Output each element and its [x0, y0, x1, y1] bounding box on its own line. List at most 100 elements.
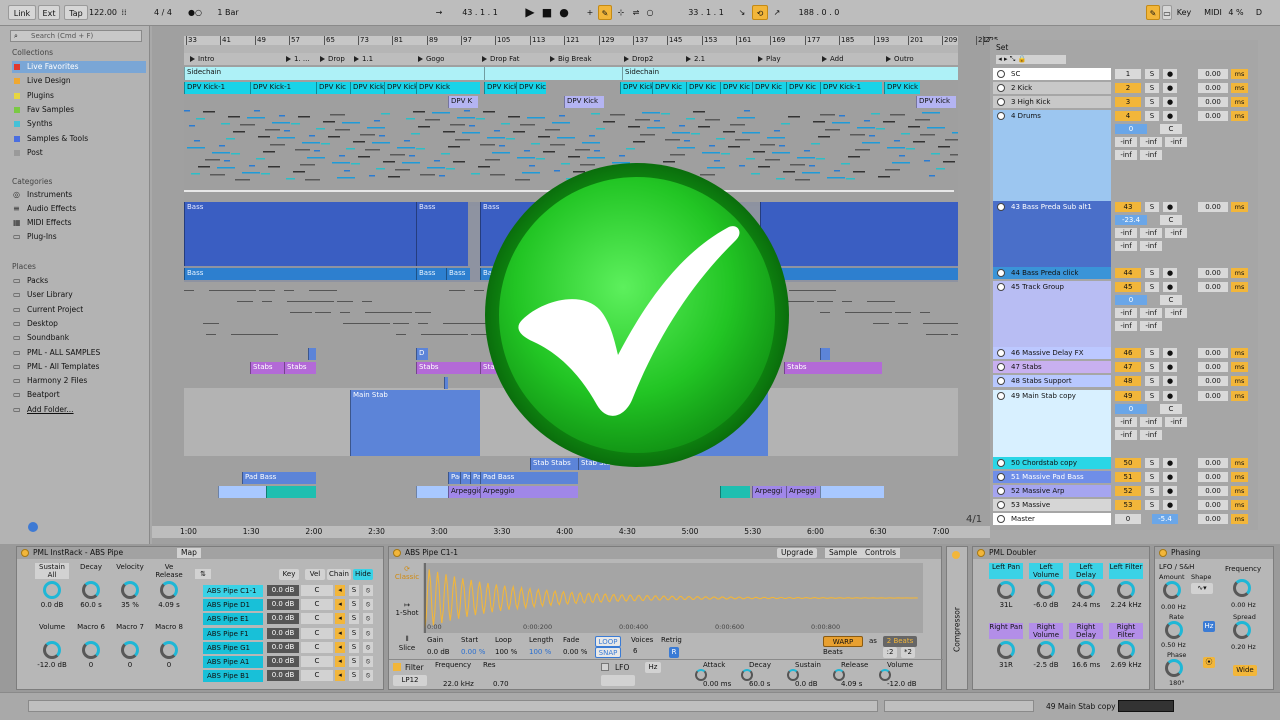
track-row[interactable]: SC 1 S ● 0.00 ms — [993, 68, 1255, 80]
send-field[interactable]: -inf — [1115, 228, 1137, 238]
track-activator[interactable]: 45 — [1115, 282, 1141, 292]
chain-speaker-icon[interactable]: ◂ — [335, 613, 345, 625]
delay-unit[interactable]: ms — [1231, 391, 1248, 401]
clip[interactable]: DPV Kic — [786, 82, 820, 94]
arm-icon[interactable]: ● — [1163, 348, 1177, 358]
doubler-macro-knob[interactable]: Right Pan 31R — [989, 623, 1023, 669]
clip[interactable]: Main Stab — [350, 390, 480, 456]
delay-unit[interactable]: ms — [1231, 282, 1248, 292]
arm-icon[interactable]: ● — [1163, 472, 1177, 482]
macro-knob[interactable]: Macro 80 — [152, 623, 186, 669]
param-value[interactable]: 0.0 dB — [427, 648, 450, 656]
chain-speaker-icon[interactable]: ◂ — [335, 627, 345, 639]
env-value[interactable]: 60.0 s — [749, 680, 770, 688]
clip[interactable]: DPV Kick — [416, 82, 480, 94]
chain-solo[interactable]: S — [349, 656, 359, 667]
solo-button[interactable]: S — [1145, 376, 1159, 386]
doubler-macro-knob[interactable]: Right Filter 2.69 kHz — [1109, 623, 1143, 669]
track-row[interactable]: 3 High Kick 3 S ● 0.00 ms — [993, 96, 1255, 108]
track-activator[interactable]: 49 — [1115, 391, 1141, 401]
track-delay-field[interactable]: 0.00 — [1198, 514, 1228, 524]
punch-in-icon[interactable]: ↘ — [736, 5, 748, 20]
chain-hot-swap-icon[interactable]: ⦸ — [363, 641, 373, 653]
track-name[interactable]: 44 Bass Preda click — [993, 267, 1111, 279]
clip[interactable]: DPV Kick — [384, 82, 416, 94]
set-toolbar[interactable]: ◂ ▸ ⤡ 🔒 — [996, 55, 1066, 64]
track-row[interactable]: 4 Drums 4 S ● 0.00 ms — [993, 110, 1255, 122]
send-field[interactable]: -inf — [1165, 228, 1187, 238]
track-activator[interactable]: 3 — [1115, 97, 1141, 107]
delay-unit[interactable]: ms — [1231, 69, 1248, 79]
locator-marker[interactable]: Big Break — [548, 53, 592, 65]
fold-icon[interactable] — [997, 349, 1005, 357]
rate-knob[interactable] — [1165, 621, 1183, 639]
chain-volume[interactable]: 0.0 dB — [267, 641, 299, 653]
chain-pan[interactable]: C — [301, 656, 333, 667]
locator-marker[interactable]: Drop — [318, 53, 345, 65]
place-item[interactable]: ▭ User Library — [12, 289, 146, 301]
half-length-button[interactable]: :2 — [883, 647, 897, 658]
controls-tab[interactable]: Controls — [861, 548, 901, 558]
quantize-select[interactable]: 1 Bar — [210, 5, 246, 20]
clip[interactable]: Pad Bass — [242, 472, 316, 484]
key-map-button[interactable]: Key — [1174, 5, 1194, 20]
upgrade-button[interactable]: Upgrade — [777, 548, 818, 558]
chain-solo[interactable]: S — [349, 613, 359, 625]
track-delay-field[interactable]: 0.00 — [1198, 362, 1228, 372]
clip[interactable]: DPV Kick — [350, 82, 384, 94]
clip[interactable]: Bass — [416, 268, 446, 280]
collection-item[interactable]: Synths — [12, 118, 146, 130]
track-activator[interactable]: 50 — [1115, 458, 1141, 468]
chain-hot-swap-icon[interactable]: ⦸ — [363, 627, 373, 639]
chain-pan[interactable]: C — [301, 670, 333, 682]
clip[interactable]: DPV Kick — [620, 82, 652, 94]
track-activator[interactable]: 47 — [1115, 362, 1141, 372]
voices-select[interactable]: 6 — [633, 647, 637, 655]
track-row[interactable]: 46 Massive Delay FX 46 S ● 0.00 ms — [993, 347, 1255, 359]
send-field[interactable]: -inf — [1140, 417, 1162, 427]
locator-strip[interactable]: Intro 1. ... Drop 1.1 Gogo Drop Fat Big Break D… — [184, 53, 958, 65]
chain-volume[interactable]: 0.0 dB — [267, 670, 299, 682]
fold-icon[interactable] — [997, 269, 1005, 277]
track-delay-field[interactable]: 0.00 — [1198, 268, 1228, 278]
position-field[interactable]: 43 . 1 . 1 — [452, 5, 508, 20]
track-activator[interactable]: 43 — [1115, 202, 1141, 212]
track-activator[interactable]: 48 — [1115, 376, 1141, 386]
arm-icon[interactable]: ● — [1163, 202, 1177, 212]
clip[interactable]: DPV Kick-1 — [184, 82, 250, 94]
clip[interactable]: Arpeggio — [448, 486, 480, 498]
clip[interactable]: DPV Kick — [884, 82, 920, 94]
chain-hot-swap-icon[interactable]: ⦸ — [363, 585, 373, 596]
volume-field[interactable]: 0 — [1115, 404, 1147, 414]
send-field[interactable]: -inf — [1115, 308, 1137, 318]
locator-marker[interactable]: 1.1 — [352, 53, 373, 65]
macro-knob[interactable]: Macro 70 — [113, 623, 147, 669]
volume-field[interactable]: 0 — [1115, 124, 1147, 134]
delay-unit[interactable]: ms — [1231, 111, 1248, 121]
track-row[interactable]: 48 Stabs Support 48 S ● 0.00 ms — [993, 375, 1255, 387]
macro-knob[interactable]: Volume -12.0 dB — [35, 623, 69, 669]
chain-pan[interactable]: C — [301, 613, 333, 625]
clip[interactable]: Pad Bass — [448, 472, 460, 484]
filter-type-select[interactable]: LP12 — [393, 675, 427, 686]
delay-unit[interactable]: ms — [1231, 202, 1248, 212]
collection-item[interactable]: Live Design — [12, 75, 146, 87]
send-field[interactable]: -inf — [1140, 308, 1162, 318]
send-field[interactable]: -inf — [1115, 321, 1137, 331]
locator-marker[interactable]: 2.1 — [684, 53, 705, 65]
link-button[interactable]: Link — [8, 5, 36, 20]
clip[interactable]: DPV Kic — [316, 82, 350, 94]
clip[interactable]: Bass — [184, 202, 416, 266]
clip[interactable]: Bass — [184, 268, 416, 280]
fold-icon[interactable] — [997, 98, 1005, 106]
track-name[interactable]: 48 Stabs Support — [993, 375, 1111, 387]
clip[interactable]: Arpeggi — [786, 486, 820, 498]
arm-icon[interactable]: ● — [1163, 458, 1177, 468]
param-value[interactable]: 0.00 % — [563, 648, 587, 656]
clip[interactable] — [266, 486, 316, 498]
track-delay-field[interactable]: 0.00 — [1198, 69, 1228, 79]
track-row[interactable]: 53 Massive 53 S ● 0.00 ms — [993, 499, 1255, 511]
chain-hot-swap-icon[interactable]: ⦸ — [363, 670, 373, 682]
amount-knob[interactable] — [1163, 581, 1181, 599]
track-activator[interactable]: 44 — [1115, 268, 1141, 278]
